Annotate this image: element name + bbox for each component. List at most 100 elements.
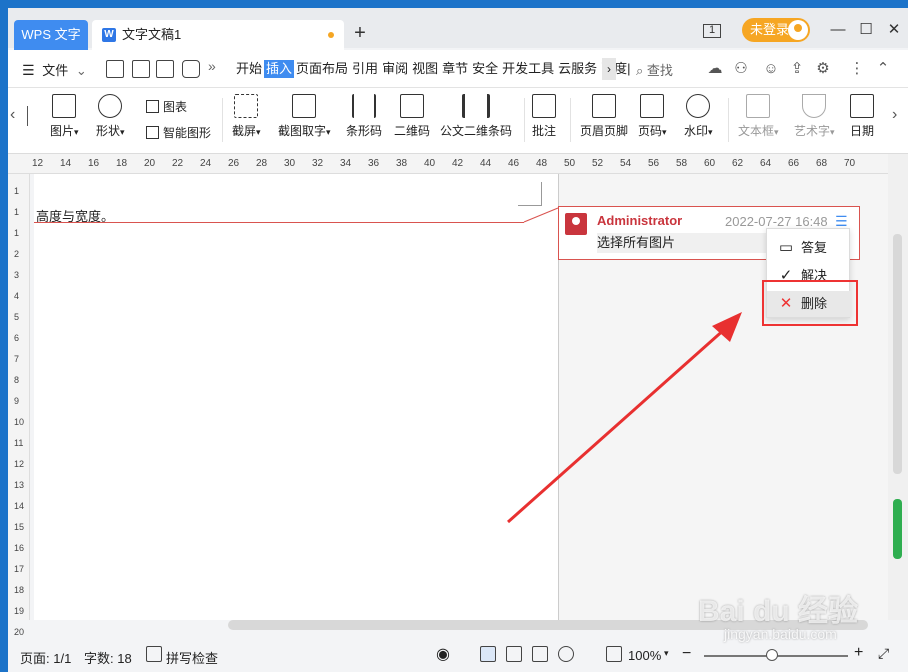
more-commands-icon[interactable]: »	[208, 58, 216, 74]
eye-protection-icon[interactable]: ◉	[436, 644, 450, 664]
tab-view[interactable]: 视图	[410, 60, 440, 78]
tabs-scroll-right-button[interactable]: ›	[602, 58, 616, 80]
document-page[interactable]: 高度与宽度。	[34, 174, 558, 620]
zoom-dropdown-icon[interactable]: ▾	[664, 648, 669, 659]
new-tab-button[interactable]: +	[348, 22, 372, 46]
zoom-in-button[interactable]: +	[854, 644, 863, 662]
date-button[interactable]: 日期	[850, 94, 874, 139]
page-number-icon	[640, 94, 665, 118]
tab-chapter[interactable]: 章节	[440, 60, 470, 78]
window-layout-button[interactable]: 1	[698, 20, 726, 40]
comment-button[interactable]: 批注	[532, 94, 556, 139]
chart-button[interactable]: 图表	[146, 98, 187, 115]
chat-icon[interactable]: ☺	[762, 60, 780, 78]
watermark-label: 水印	[684, 124, 709, 138]
smart-art-label: 智能图形	[163, 126, 212, 140]
fit-page-icon[interactable]	[606, 646, 622, 662]
tab-home[interactable]: 开始	[234, 60, 264, 78]
vertical-scroll-track[interactable]	[893, 234, 902, 474]
tab-insert[interactable]: 插入	[264, 60, 295, 78]
smart-art-button[interactable]: 智能图形	[146, 124, 211, 141]
chevron-down-icon: ⌄	[75, 63, 87, 78]
picture-button[interactable]: 图片▾	[50, 94, 79, 139]
settings-icon[interactable]: ⚙	[814, 60, 832, 78]
vertical-scroll-thumb[interactable]	[893, 499, 902, 559]
page-view-icon[interactable]	[480, 646, 496, 662]
ruler-tick-label: 20	[144, 158, 156, 169]
ribbon-separator	[728, 98, 729, 142]
ruler-tick-label: 2	[14, 249, 20, 259]
qrcode-button[interactable]: 二维码	[394, 94, 430, 139]
share-icon[interactable]: ⇪	[788, 60, 806, 78]
ribbon-scroll-right-icon[interactable]: ›	[892, 106, 897, 124]
tab-cloud-service[interactable]: 云服务	[556, 60, 599, 78]
textbox-label: 文本框	[738, 124, 775, 138]
reply-menu-item[interactable]: ▭ 答复	[767, 235, 851, 261]
barcode-button[interactable]: 条形码	[346, 94, 382, 139]
date-label: 日期	[850, 124, 875, 138]
ruler-tick-label: 17	[14, 564, 25, 574]
collapse-ribbon-icon[interactable]: ⌃	[874, 60, 892, 78]
page-number-button[interactable]: 页码▾	[638, 94, 667, 139]
smart-art-icon	[146, 126, 159, 139]
tab-page-layout[interactable]: 页面布局	[294, 60, 350, 78]
tab-review[interactable]: 审阅	[380, 60, 410, 78]
outline-view-icon[interactable]	[506, 646, 522, 662]
ruler-tick-label: 28	[256, 158, 268, 169]
comment-anchor-line	[34, 222, 524, 223]
print-preview-icon[interactable]	[182, 60, 200, 78]
wordart-button[interactable]: 艺术字▾	[794, 94, 835, 139]
screenshot-button[interactable]: 截屏▾	[232, 94, 261, 139]
file-menu[interactable]: ☰ 文件 ⌄	[22, 60, 87, 79]
ruler-tick-label: 48	[536, 158, 548, 169]
word-count[interactable]: 字数: 18	[84, 648, 132, 667]
horizontal-ruler[interactable]: 12 14 16 18 20 22 24 26 28 30 32 34 36 38 40 42 44 46 48 50…	[8, 154, 888, 174]
app-tab-wps[interactable]: WPS 文字	[14, 20, 88, 50]
ruler-tick-label: 62	[732, 158, 744, 169]
ruler-tick-label: 50	[564, 158, 576, 169]
tab-security[interactable]: 安全	[470, 60, 500, 78]
close-button[interactable]: ✕	[880, 20, 908, 40]
maximize-button[interactable]: ☐	[852, 20, 880, 40]
ruler-tick-label: 16	[88, 158, 100, 169]
web-view-icon[interactable]	[558, 646, 574, 662]
save-icon[interactable]	[106, 60, 124, 78]
page-indicator[interactable]: 页面: 1/1	[20, 648, 71, 667]
collaborate-icon[interactable]: ⚇	[732, 60, 750, 78]
zoom-level[interactable]: 100%	[628, 648, 661, 663]
zoom-out-button[interactable]: −	[682, 645, 691, 663]
header-footer-button[interactable]: 页眉页脚	[580, 94, 628, 139]
vertical-scrollbar[interactable]	[888, 154, 908, 620]
screenshot-text-button[interactable]: 截图取字▾	[278, 94, 331, 139]
ruler-tick-label: 9	[14, 396, 20, 406]
cloud-sync-icon[interactable]: ☁	[706, 60, 724, 78]
fullscreen-icon[interactable]: ⤢	[878, 645, 889, 662]
vertical-ruler[interactable]: 1 1 1 2 3 4 5 6 7 8 9 10 11 12 13 14 15 16 17 18 19 20	[8, 174, 30, 637]
ribbon-separator	[222, 98, 223, 142]
spell-check-button[interactable]: 拼写检查	[166, 648, 218, 667]
login-button[interactable]: 未登录	[742, 18, 810, 42]
ruler-tick-label: 7	[14, 354, 20, 364]
more-options-icon[interactable]: ⋮	[848, 60, 866, 78]
chart-icon	[146, 100, 159, 113]
reading-view-icon[interactable]	[532, 646, 548, 662]
export-pdf-icon[interactable]	[132, 60, 150, 78]
annotation-highlight-box	[762, 280, 858, 326]
ribbon-scroll-left-icon[interactable]: ‹	[10, 106, 15, 124]
partial-ribbon-item-icon	[20, 106, 28, 126]
print-icon[interactable]	[156, 60, 174, 78]
shape-button[interactable]: 形状▾	[96, 94, 125, 139]
official-barcode-button[interactable]: 公文二维条码	[440, 94, 512, 139]
tab-references[interactable]: 引用	[350, 60, 380, 78]
textbox-button[interactable]: 文本框▾	[738, 94, 779, 139]
zoom-slider-knob[interactable]	[766, 649, 778, 661]
watermark-button[interactable]: 水印▾	[684, 94, 713, 139]
minimize-button[interactable]: —	[824, 20, 852, 40]
spell-check-icon	[146, 646, 162, 662]
tab-developer[interactable]: 开发工具	[500, 60, 556, 78]
ruler-tick-label: 46	[508, 158, 520, 169]
ribbon-tabs: 开始 插入 页面布局 引用 审阅 视图 章节 安全 开发工具 云服务 百度|	[234, 60, 633, 78]
search-button[interactable]: ⌕ 查找	[636, 60, 673, 79]
document-tab[interactable]: W 文字文稿1	[92, 20, 344, 50]
ruler-tick-label: 66	[788, 158, 800, 169]
